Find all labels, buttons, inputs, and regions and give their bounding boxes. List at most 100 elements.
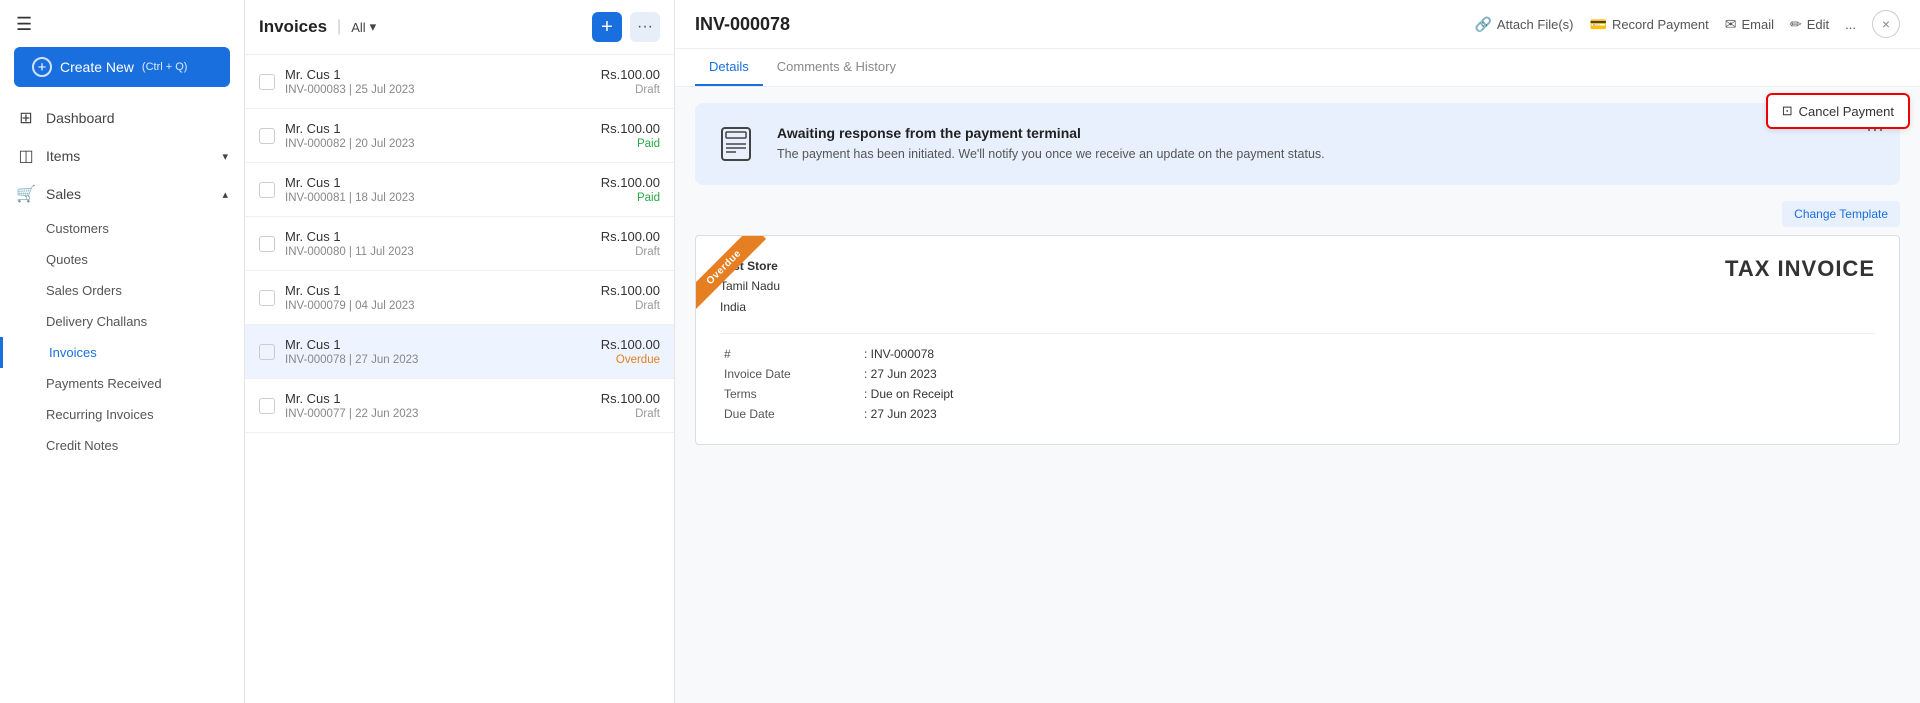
invoice-customer: Mr. Cus 1 — [285, 337, 591, 352]
items-icon: ◫ — [16, 146, 36, 166]
invoice-field-duedate: Due Date : 27 Jun 2023 — [720, 404, 1875, 424]
chevron-up-icon: ▴ — [222, 188, 228, 201]
cancel-payment-button[interactable]: ⊡ Cancel Payment — [1766, 93, 1910, 129]
list-title: Invoices — [259, 17, 327, 37]
payment-banner-description: The payment has been initiated. We'll no… — [777, 145, 1884, 164]
sidebar-item-sales-orders[interactable]: Sales Orders — [0, 275, 244, 306]
record-payment-label: Record Payment — [1612, 17, 1709, 32]
invoice-info: Mr. Cus 1 INV-000080 | 11 Jul 2023 — [285, 229, 591, 258]
sidebar-item-payments-received[interactable]: Payments Received — [0, 368, 244, 399]
invoice-checkbox[interactable] — [259, 344, 275, 360]
invoice-meta: INV-000079 | 04 Jul 2023 — [285, 300, 591, 312]
detail-body: Awaiting response from the payment termi… — [675, 87, 1920, 703]
dashboard-icon: ⊞ — [16, 108, 36, 128]
add-invoice-button[interactable]: + — [592, 12, 622, 42]
invoice-amount-section: Rs.100.00 Draft — [601, 283, 660, 312]
sidebar-item-label-dashboard: Dashboard — [46, 110, 115, 126]
sidebar-item-delivery-challans[interactable]: Delivery Challans — [0, 306, 244, 337]
sidebar-item-items[interactable]: ◫ Items ▾ — [0, 137, 244, 175]
invoice-info: Mr. Cus 1 INV-000081 | 18 Jul 2023 — [285, 175, 591, 204]
invoice-amount: Rs.100.00 — [601, 391, 660, 406]
create-new-shortcut: (Ctrl + Q) — [142, 61, 188, 73]
sub-item-label-sales-orders: Sales Orders — [46, 283, 122, 298]
invoice-status: Draft — [601, 408, 660, 420]
invoice-amount-section: Rs.100.00 Draft — [601, 229, 660, 258]
email-button[interactable]: ✉ Email — [1725, 16, 1774, 33]
invoice-amount: Rs.100.00 — [601, 121, 660, 136]
invoice-amount-section: Rs.100.00 Paid — [601, 121, 660, 150]
invoice-item[interactable]: Mr. Cus 1 INV-000083 | 25 Jul 2023 Rs.10… — [245, 55, 674, 109]
invoice-info: Mr. Cus 1 INV-000078 | 27 Jun 2023 — [285, 337, 591, 366]
invoice-checkbox[interactable] — [259, 182, 275, 198]
field-value-date: : 27 Jun 2023 — [860, 364, 1875, 384]
sidebar-item-dashboard[interactable]: ⊞ Dashboard — [0, 99, 244, 137]
invoice-doc-title: TAX INVOICE — [1725, 256, 1875, 282]
invoice-list-panel: Invoices | All ▾ + ··· Mr. Cus 1 INV-000… — [245, 0, 675, 703]
edit-button[interactable]: ✏ Edit — [1790, 16, 1829, 33]
invoice-item[interactable]: Mr. Cus 1 INV-000082 | 20 Jul 2023 Rs.10… — [245, 109, 674, 163]
invoice-checkbox[interactable] — [259, 74, 275, 90]
sidebar-item-quotes[interactable]: Quotes — [0, 244, 244, 275]
invoice-item[interactable]: Mr. Cus 1 INV-000081 | 18 Jul 2023 Rs.10… — [245, 163, 674, 217]
sidebar: ☰ + Create New (Ctrl + Q) ⊞ Dashboard ◫ … — [0, 0, 245, 703]
attach-icon: 🔗 — [1474, 16, 1491, 33]
overdue-ribbon: Overdue — [696, 236, 786, 326]
invoice-checkbox[interactable] — [259, 128, 275, 144]
sales-icon: 🛒 — [16, 184, 36, 204]
change-template-button[interactable]: Change Template — [1782, 201, 1900, 227]
invoice-fields-table: # : INV-000078 Invoice Date : 27 Jun 202… — [720, 344, 1875, 424]
invoice-customer: Mr. Cus 1 — [285, 121, 591, 136]
sidebar-item-sales[interactable]: 🛒 Sales ▴ — [0, 175, 244, 213]
create-new-button[interactable]: + Create New (Ctrl + Q) — [14, 47, 230, 87]
invoice-checkbox[interactable] — [259, 290, 275, 306]
invoice-amount: Rs.100.00 — [601, 175, 660, 190]
overdue-label: Overdue — [696, 236, 766, 310]
invoice-meta: INV-000078 | 27 Jun 2023 — [285, 354, 591, 366]
tab-comments-history-label: Comments & History — [777, 59, 896, 74]
field-label-duedate: Due Date — [720, 404, 860, 424]
invoice-amount-section: Rs.100.00 Paid — [601, 175, 660, 204]
record-payment-button[interactable]: 💳 Record Payment — [1590, 16, 1709, 33]
plus-circle-icon: + — [32, 57, 52, 77]
invoice-amount: Rs.100.00 — [601, 337, 660, 352]
tab-details[interactable]: Details — [695, 49, 763, 86]
tab-details-label: Details — [709, 59, 749, 74]
create-new-label: Create New — [60, 59, 134, 75]
field-label-number: # — [720, 344, 860, 364]
field-value-number: : INV-000078 — [860, 344, 1875, 364]
invoice-checkbox[interactable] — [259, 398, 275, 414]
hamburger-icon[interactable]: ☰ — [16, 14, 32, 35]
sidebar-item-recurring-invoices[interactable]: Recurring Invoices — [0, 399, 244, 430]
attach-files-label: Attach File(s) — [1497, 17, 1574, 32]
sidebar-item-customers[interactable]: Customers — [0, 213, 244, 244]
payment-terminal-icon — [711, 119, 761, 169]
invoice-status: Draft — [601, 84, 660, 96]
invoice-info: Mr. Cus 1 INV-000077 | 22 Jun 2023 — [285, 391, 591, 420]
sub-item-label-customers: Customers — [46, 221, 109, 236]
invoice-item[interactable]: Mr. Cus 1 INV-000078 | 27 Jun 2023 Rs.10… — [245, 325, 674, 379]
list-header-actions: + ··· — [592, 12, 660, 42]
close-button[interactable]: × — [1872, 10, 1900, 38]
invoice-info: Mr. Cus 1 INV-000079 | 04 Jul 2023 — [285, 283, 591, 312]
invoice-status: Paid — [601, 138, 660, 150]
attach-files-button[interactable]: 🔗 Attach File(s) — [1474, 16, 1573, 33]
field-value-duedate: : 27 Jun 2023 — [860, 404, 1875, 424]
invoice-item[interactable]: Mr. Cus 1 INV-000080 | 11 Jul 2023 Rs.10… — [245, 217, 674, 271]
payment-banner-content: Awaiting response from the payment termi… — [777, 125, 1884, 164]
invoice-status: Paid — [601, 192, 660, 204]
tab-comments-history[interactable]: Comments & History — [763, 49, 910, 86]
sidebar-item-invoices[interactable]: Invoices — [0, 337, 244, 368]
invoice-item[interactable]: Mr. Cus 1 INV-000079 | 04 Jul 2023 Rs.10… — [245, 271, 674, 325]
more-options-button[interactable]: ... — [1845, 17, 1856, 32]
invoice-checkbox[interactable] — [259, 236, 275, 252]
invoice-amount-section: Rs.100.00 Draft — [601, 67, 660, 96]
invoice-meta: INV-000081 | 18 Jul 2023 — [285, 192, 591, 204]
invoice-customer: Mr. Cus 1 — [285, 67, 591, 82]
invoice-field-number: # : INV-000078 — [720, 344, 1875, 364]
cancel-payment-label: Cancel Payment — [1799, 104, 1894, 119]
invoice-amount-section: Rs.100.00 Draft — [601, 391, 660, 420]
list-more-button[interactable]: ··· — [630, 12, 660, 42]
sidebar-item-credit-notes[interactable]: Credit Notes — [0, 430, 244, 461]
invoice-item[interactable]: Mr. Cus 1 INV-000077 | 22 Jun 2023 Rs.10… — [245, 379, 674, 433]
filter-dropdown[interactable]: All ▾ — [351, 19, 376, 35]
